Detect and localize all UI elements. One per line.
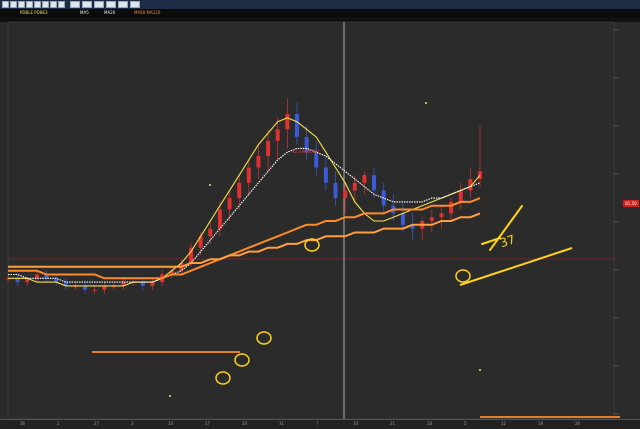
marker-dot	[209, 184, 211, 186]
x-tick-label: 28	[427, 421, 433, 426]
price-chart[interactable]: 3 7 82,0'88(6,88)	[0, 0, 640, 429]
candle-body	[372, 175, 377, 191]
plot-area	[7, 21, 615, 420]
x-tick-label: 27	[94, 421, 100, 426]
candle-body	[150, 282, 155, 286]
candle-body	[333, 182, 338, 199]
marker-dot	[169, 395, 171, 397]
candle-body	[294, 114, 299, 137]
candle-body	[34, 274, 39, 279]
x-tick-label: 10	[168, 421, 174, 426]
high-price-label: 82,0'88(6,88)	[292, 149, 320, 154]
candle-body	[352, 182, 357, 191]
x-tick-label: 3	[131, 421, 134, 426]
candle-body	[92, 289, 97, 291]
marker-dot	[479, 369, 481, 371]
candle-body	[323, 167, 328, 183]
x-tick-label: 26	[575, 421, 581, 426]
candle-body	[362, 175, 367, 183]
candle-body	[15, 278, 20, 283]
candle-body	[314, 152, 319, 168]
candle-body	[400, 213, 405, 225]
x-tick-label: 7	[316, 421, 319, 426]
x-tick-label: 14	[353, 421, 359, 426]
candle-body	[285, 114, 290, 130]
x-tick-label: 21	[390, 421, 396, 426]
candle-body	[102, 285, 107, 290]
candle-body	[140, 282, 145, 286]
candle-body	[246, 167, 251, 183]
marker-dot	[425, 102, 427, 104]
candle-body	[266, 140, 271, 157]
candle-body	[275, 129, 280, 141]
x-tick-label: 24	[242, 421, 248, 426]
candle-body	[449, 201, 454, 214]
current-price-tag: 81,50	[623, 200, 639, 207]
x-tick-label: 31	[279, 421, 285, 426]
x-tick-label: 5	[464, 421, 467, 426]
x-tick-label: 26	[20, 421, 26, 426]
candle-body	[343, 190, 348, 199]
x-tick-label: 19	[538, 421, 544, 426]
candle-body	[83, 285, 88, 290]
x-tick-label: 12	[501, 421, 507, 426]
candle-body	[217, 209, 222, 229]
candle-body	[237, 182, 242, 199]
candle-body	[439, 213, 444, 218]
x-axis: 26 2 27 3 10 17 24 31 7 14 21 28 5 12 19 26	[0, 419, 640, 429]
candle-body	[227, 198, 232, 210]
candle-body	[478, 171, 482, 179]
candle-body	[256, 156, 261, 168]
x-tick-label: 2	[57, 421, 60, 426]
candle-body	[458, 190, 463, 202]
candle-body	[429, 217, 434, 221]
chart-window: PDBLE PDBE3 MA5 MA20 MA60 MA120 37 82,0'88(6…	[0, 0, 640, 429]
candle-body	[208, 228, 213, 237]
x-tick-label: 17	[205, 421, 211, 426]
